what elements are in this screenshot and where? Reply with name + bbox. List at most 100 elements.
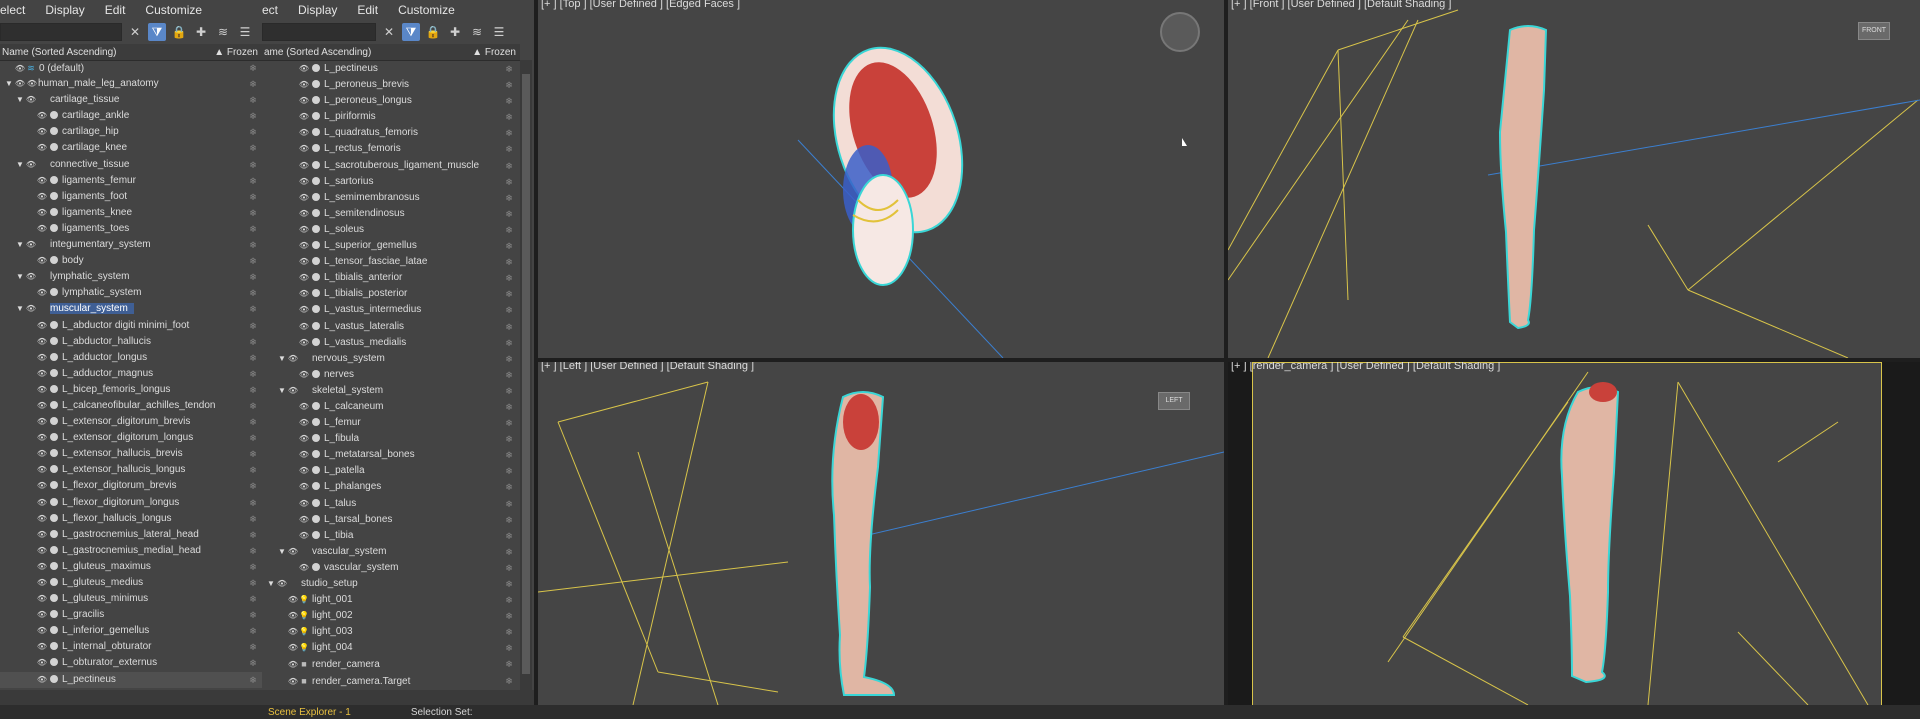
frozen-toggle-icon[interactable]: ❄ — [248, 321, 258, 331]
frozen-toggle-icon[interactable]: ❄ — [504, 611, 514, 621]
visibility-eye-icon[interactable]: 👁 — [36, 205, 48, 221]
tree-row[interactable]: 👁 L_flexor_digitorum_brevis ❄ — [0, 478, 262, 494]
scroll-thumb[interactable] — [522, 74, 530, 674]
visibility-eye-icon[interactable]: 👁 — [287, 383, 299, 399]
frozen-toggle-icon[interactable]: ❄ — [248, 498, 258, 508]
tree-row[interactable]: 👁 L_phalanges ❄ — [262, 479, 518, 495]
tree-row[interactable]: 👁💡 light_001 ❄ — [262, 592, 518, 608]
tree-row[interactable]: 👁 ligaments_foot ❄ — [0, 189, 262, 205]
clear-search-icon[interactable]: ✕ — [126, 23, 144, 41]
renderable-dot-icon[interactable] — [312, 289, 320, 298]
tree-row[interactable]: 👁💡 light_003 ❄ — [262, 624, 518, 640]
visibility-eye-icon[interactable]: 👁 — [36, 350, 48, 366]
visibility-eye-icon[interactable]: 👁 — [298, 431, 310, 447]
visibility-eye-icon[interactable]: 👁 — [298, 447, 310, 463]
visibility-eye-icon[interactable]: 👁 — [298, 496, 310, 512]
visibility-eye-icon[interactable]: 👁 — [36, 639, 48, 655]
tree-row[interactable]: 👁 L_vastus_medialis ❄ — [262, 335, 518, 351]
renderable-dot-icon[interactable] — [312, 241, 320, 250]
tree-row[interactable]: 👁 L_semimembranosus ❄ — [262, 190, 518, 206]
visibility-eye-icon[interactable]: 👁 — [298, 399, 310, 415]
renderable-dot-icon[interactable] — [312, 176, 320, 185]
renderable-dot-icon[interactable] — [50, 384, 58, 393]
hierarchy-icon[interactable]: ☰ — [490, 23, 508, 41]
expand-toggle-icon[interactable]: ▼ — [15, 92, 25, 108]
tree-row[interactable]: 👁 lymphatic_system ❄ — [0, 285, 262, 301]
visibility-eye-icon[interactable]: 👁 — [276, 576, 288, 592]
visibility-eye-icon[interactable]: 👁 — [298, 93, 310, 109]
visibility-eye-icon[interactable]: 👁 — [36, 318, 48, 334]
frozen-toggle-icon[interactable]: ❄ — [504, 64, 514, 74]
frozen-toggle-icon[interactable]: ❄ — [504, 482, 514, 492]
visibility-eye-icon[interactable]: 👁 — [287, 674, 299, 690]
renderable-dot-icon[interactable] — [312, 466, 320, 475]
frozen-toggle-icon[interactable]: ❄ — [248, 240, 258, 250]
frozen-toggle-icon[interactable]: ❄ — [504, 579, 514, 589]
frozen-toggle-icon[interactable]: ❄ — [504, 466, 514, 476]
menu-customize[interactable]: Customize — [398, 3, 455, 17]
renderable-dot-icon[interactable] — [312, 514, 320, 523]
visibility-eye-icon[interactable]: 👁 — [298, 270, 310, 286]
expand-toggle-icon[interactable]: ▼ — [15, 157, 25, 173]
frozen-toggle-icon[interactable]: ❄ — [504, 257, 514, 267]
visibility-eye-icon[interactable]: 👁 — [298, 77, 310, 93]
tree-row[interactable]: 👁 L_gluteus_medius ❄ — [0, 575, 262, 591]
renderable-dot-icon[interactable] — [50, 127, 58, 136]
tree-row[interactable]: 👁 L_quadratus_femoris ❄ — [262, 125, 518, 141]
frozen-toggle-icon[interactable]: ❄ — [248, 79, 258, 89]
col-frozen[interactable]: ▲ Frozen — [214, 47, 258, 58]
frozen-toggle-icon[interactable]: ❄ — [504, 112, 514, 122]
frozen-toggle-icon[interactable]: ❄ — [248, 481, 258, 491]
frozen-toggle-icon[interactable]: ❄ — [504, 193, 514, 203]
visibility-eye-icon[interactable]: 👁 — [36, 655, 48, 671]
tree-row[interactable]: 👁 L_peroneus_brevis ❄ — [262, 77, 518, 93]
tree-row[interactable]: 👁 L_internal_obturator ❄ — [0, 639, 262, 655]
tree-row[interactable]: 👁 L_obturator_externus ❄ — [0, 655, 262, 671]
frozen-toggle-icon[interactable]: ❄ — [504, 305, 514, 315]
layers-icon[interactable]: ≋ — [468, 23, 486, 41]
tree-row[interactable]: 👁 L_tarsal_bones ❄ — [262, 512, 518, 528]
renderable-dot-icon[interactable] — [50, 111, 58, 120]
tree-row[interactable]: 👁 L_extensor_digitorum_brevis ❄ — [0, 414, 262, 430]
visibility-eye-icon[interactable]: 👁 — [36, 124, 48, 140]
visibility-eye-icon[interactable]: 👁 — [36, 478, 48, 494]
frozen-toggle-icon[interactable]: ❄ — [248, 272, 258, 282]
visibility-eye-icon[interactable]: 👁 — [298, 174, 310, 190]
layers-icon[interactable]: ≋ — [214, 23, 232, 41]
tree-row[interactable]: 👁 L_abductor digiti minimi_foot ❄ — [0, 318, 262, 334]
frozen-toggle-icon[interactable]: ❄ — [504, 96, 514, 106]
frozen-toggle-icon[interactable]: ❄ — [504, 80, 514, 90]
visibility-eye-icon[interactable]: 👁 — [14, 76, 26, 92]
col-name[interactable]: ame (Sorted Ascending) — [264, 47, 371, 58]
renderable-dot-icon[interactable] — [312, 337, 320, 346]
renderable-dot-icon[interactable] — [50, 207, 58, 216]
frozen-toggle-icon[interactable]: ❄ — [248, 224, 258, 234]
frozen-toggle-icon[interactable]: ❄ — [504, 643, 514, 653]
visibility-eye-icon[interactable]: 👁 — [298, 158, 310, 174]
renderable-dot-icon[interactable] — [312, 257, 320, 266]
visibility-eye-icon[interactable]: 👁 — [36, 189, 48, 205]
tree-row[interactable]: ▼ 👁 nervous_system ❄ — [262, 351, 518, 367]
frozen-toggle-icon[interactable]: ❄ — [248, 610, 258, 620]
frozen-toggle-icon[interactable]: ❄ — [248, 562, 258, 572]
menu-display[interactable]: Display — [298, 3, 337, 17]
visibility-eye-icon[interactable]: 👁 — [298, 109, 310, 125]
frozen-toggle-icon[interactable]: ❄ — [504, 128, 514, 138]
visibility-eye-icon[interactable]: 👁 — [36, 253, 48, 269]
frozen-toggle-icon[interactable]: ❄ — [248, 594, 258, 604]
tree-row[interactable]: 👁 L_sacrotuberous_ligament_muscle ❄ — [262, 158, 518, 174]
menu-edit[interactable]: Edit — [105, 3, 126, 17]
visibility-eye-icon[interactable]: 👁 — [287, 624, 299, 640]
renderable-dot-icon[interactable] — [50, 320, 58, 329]
menu-customize[interactable]: Customize — [145, 3, 202, 17]
tree-row[interactable]: 👁 cartilage_ankle ❄ — [0, 108, 262, 124]
frozen-toggle-icon[interactable]: ❄ — [248, 304, 258, 314]
hierarchy-icon[interactable]: ☰ — [236, 23, 254, 41]
column-header[interactable]: ame (Sorted Ascending) ▲ Frozen — [262, 44, 520, 61]
frozen-toggle-icon[interactable]: ❄ — [504, 627, 514, 637]
clear-search-icon[interactable]: ✕ — [380, 23, 398, 41]
filter-icon[interactable]: ⧩ — [402, 23, 420, 41]
frozen-toggle-icon[interactable]: ❄ — [248, 433, 258, 443]
h-scrollbar[interactable] — [0, 690, 262, 705]
menu-display[interactable]: Display — [45, 3, 84, 17]
